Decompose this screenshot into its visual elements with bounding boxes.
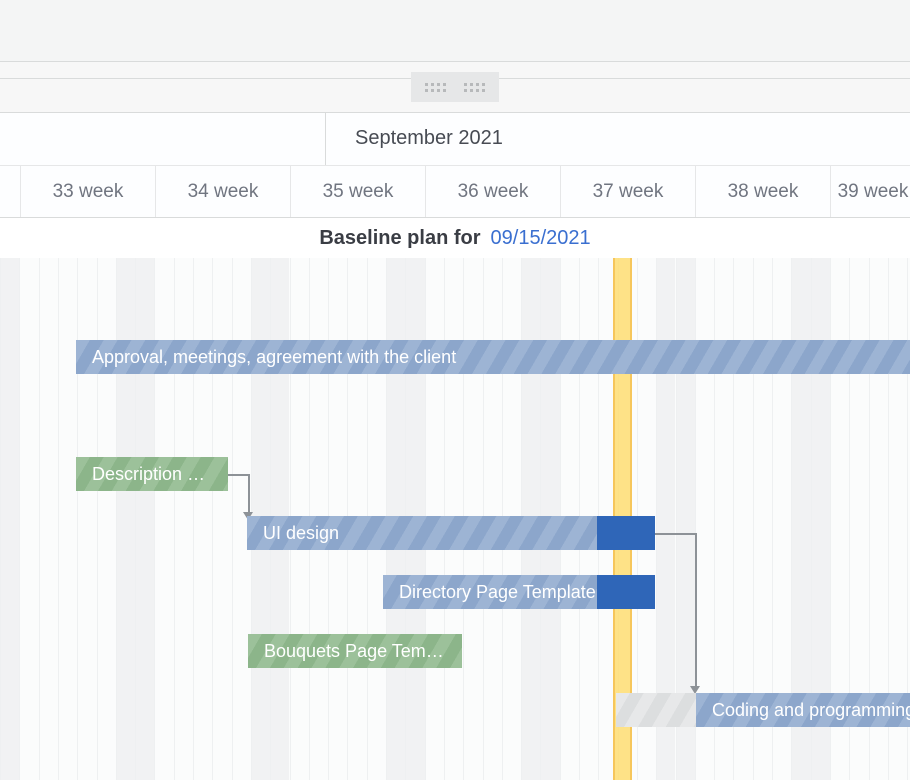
task-label: Approval, meetings, agreement with the c… [92,347,456,368]
week-cell[interactable]: 36 week [425,166,560,217]
week-cell[interactable]: 34 week [155,166,290,217]
dependency-connector [248,474,250,514]
task-bar-coding-baseline-lead[interactable] [616,693,696,727]
task-label: UI design [263,523,339,544]
month-separator [325,113,326,165]
task-bar-bouquets[interactable]: Bouquets Page Tem… [248,634,462,668]
task-bar-ui-design[interactable]: UI design [247,516,597,550]
gantt-chart[interactable]: // we will generate day columns via JS b… [0,258,910,780]
task-label: Description … [92,464,205,485]
task-bar-description[interactable]: Description … [76,457,228,491]
dependency-connector [695,533,697,688]
week-cell[interactable]: 35 week [290,166,425,217]
task-label: Directory Page Template [399,582,596,603]
month-label: September 2021 [355,127,503,150]
week-cell[interactable]: 38 week [695,166,830,217]
task-label: Coding and programming [712,700,910,721]
task-bar-ui-design-baseline-delta[interactable] [597,516,655,550]
grip-icon [464,83,485,92]
week-cell[interactable]: 39 week [830,166,910,217]
week-cell[interactable]: 37 week [560,166,695,217]
task-bar-approval[interactable]: Approval, meetings, agreement with the c… [76,340,910,374]
task-label: Bouquets Page Tem… [264,641,444,662]
dependency-connector [228,474,248,476]
pane-drag-handle[interactable] [411,72,499,102]
dependency-connector [655,533,695,535]
baseline-banner: Baseline plan for 09/15/2021 [0,218,910,258]
task-bar-directory[interactable]: Directory Page Template [383,575,597,609]
timeline-month-header: September 2021 [0,112,910,166]
toolbar-blank [0,0,910,62]
task-bar-coding[interactable]: Coding and programming [696,693,910,727]
timeline-week-header: 33 week 34 week 35 week 36 week 37 week … [0,166,910,218]
week-cell-pad [0,166,20,217]
grip-icon [425,83,446,92]
week-cell[interactable]: 33 week [20,166,155,217]
baseline-label: Baseline plan for [319,227,480,250]
task-bar-directory-baseline-delta[interactable] [597,575,655,609]
baseline-date[interactable]: 09/15/2021 [491,227,591,250]
splitter-row [0,62,910,112]
